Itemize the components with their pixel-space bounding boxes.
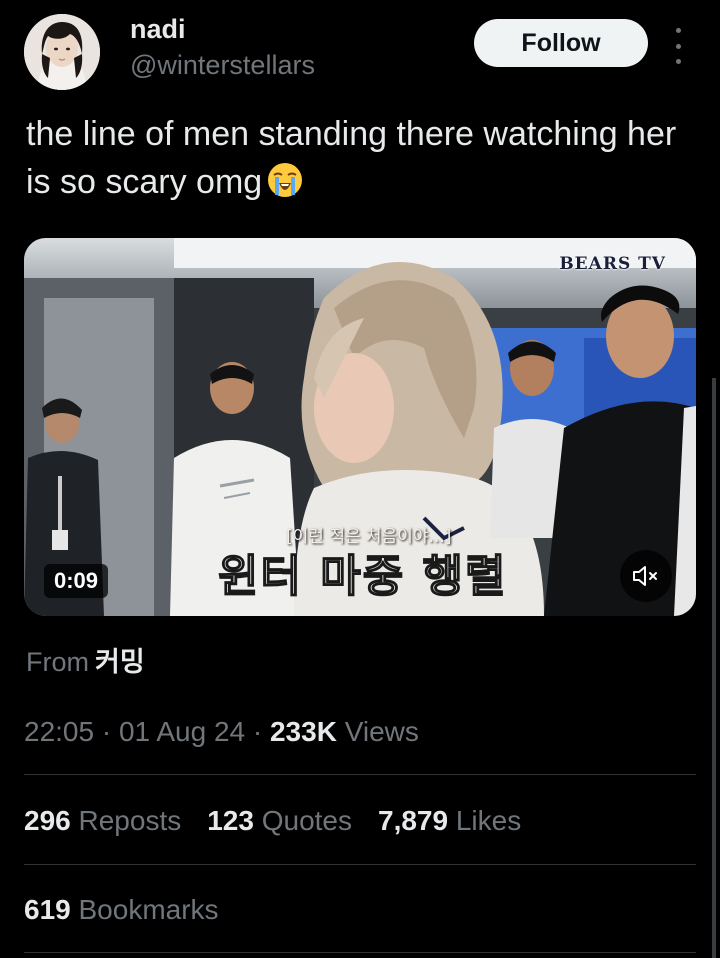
follow-button[interactable]: Follow	[474, 19, 648, 67]
quotes-label: Quotes	[261, 805, 352, 836]
scrollbar[interactable]	[712, 378, 716, 958]
avatar-image	[24, 14, 100, 90]
divider	[24, 952, 696, 953]
tweet-body: the line of men standing there watching …	[26, 115, 677, 201]
author-display-name[interactable]: nadi	[130, 14, 186, 45]
separator-dot: ·	[252, 716, 270, 747]
quotes-count: 123	[207, 805, 254, 836]
post-date[interactable]: 01 Aug 24	[119, 716, 245, 747]
separator-dot: ·	[101, 716, 119, 747]
loudly-crying-face-emoji-icon	[266, 161, 304, 199]
likes-stat[interactable]: 7,879 Likes	[378, 805, 521, 837]
divider	[24, 774, 696, 775]
source-prefix: From	[26, 647, 89, 677]
video-caption-big: 윈터 마중 행렬	[217, 550, 508, 603]
views-label: Views	[344, 716, 419, 747]
reposts-count: 296	[24, 805, 71, 836]
more-options-button[interactable]	[668, 28, 688, 64]
bookmarks-label: Bookmarks	[78, 894, 219, 925]
bears-tv-watermark: BEARS TV	[559, 254, 666, 274]
post-time[interactable]: 22:05	[24, 716, 94, 747]
source-line: From 커밍	[26, 640, 145, 679]
tweet-text: the line of men standing there watching …	[26, 110, 696, 206]
author-handle[interactable]: @winterstellars	[130, 50, 315, 81]
divider	[24, 864, 696, 865]
speaker-muted-icon	[633, 566, 657, 586]
video-player[interactable]: BEARS TV [이런 적은 처음이야...] 윈터 마중 행렬 0:09	[24, 238, 696, 616]
avatar[interactable]	[24, 14, 100, 90]
vertical-dots-icon	[675, 43, 681, 49]
mute-button[interactable]	[620, 550, 672, 602]
video-duration-badge: 0:09	[44, 564, 109, 598]
bookmarks-stat[interactable]: 619 Bookmarks	[24, 894, 219, 926]
reposts-label: Reposts	[78, 805, 182, 836]
vertical-dots-icon	[675, 28, 681, 33]
quotes-stat[interactable]: 123 Quotes	[207, 805, 352, 837]
vertical-dots-icon	[675, 59, 681, 64]
bookmarks-count: 619	[24, 894, 71, 925]
likes-count: 7,879	[378, 805, 449, 836]
likes-label: Likes	[455, 805, 522, 836]
source-link[interactable]: 커밍	[95, 647, 145, 677]
views-count: 233K	[269, 716, 337, 747]
reposts-stat[interactable]: 296 Reposts	[24, 805, 181, 837]
tweet-detail: nadi @winterstellars Follow the line of …	[0, 0, 720, 958]
engagement-stats: 296 Reposts 123 Quotes 7,879 Likes	[24, 805, 521, 837]
timestamp-line: 22:05 · 01 Aug 24 · 233K Views	[24, 716, 419, 748]
